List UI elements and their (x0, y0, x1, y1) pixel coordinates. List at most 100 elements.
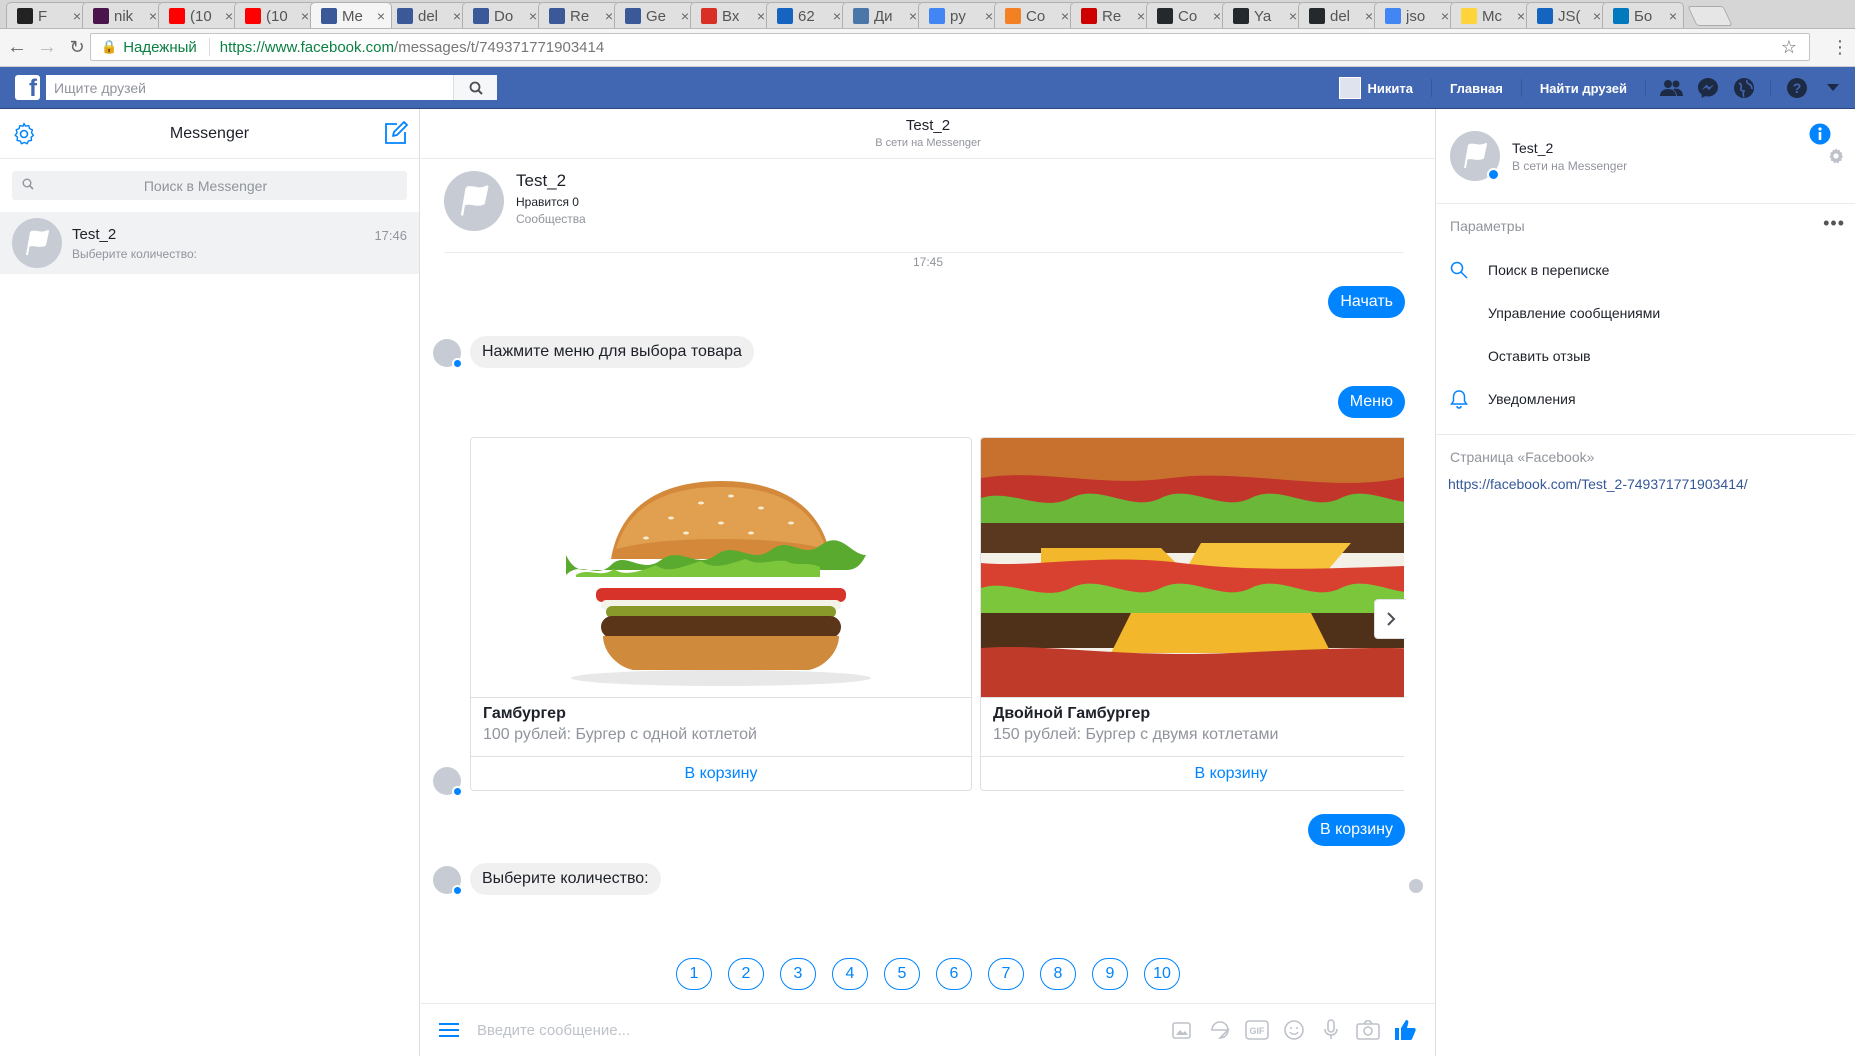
tab-close-icon[interactable]: × (681, 8, 689, 24)
search-icon[interactable] (453, 75, 497, 100)
settings-gear-icon[interactable] (1827, 147, 1845, 170)
search-in-conversation-option[interactable]: Поиск в переписке (1436, 248, 1855, 291)
photo-icon[interactable] (1164, 1018, 1201, 1042)
more-options-icon[interactable]: ••• (1823, 214, 1845, 232)
browser-tab[interactable]: Ди × (842, 2, 924, 28)
carousel-next-button[interactable] (1374, 599, 1406, 639)
find-friends-link[interactable]: Найти друзей (1530, 81, 1637, 96)
settings-gear-icon[interactable] (12, 122, 36, 151)
facebook-page-link[interactable]: https://facebook.com/Test_2-749371771903… (1448, 476, 1841, 492)
browser-menu-icon[interactable]: ⋮ (1831, 37, 1849, 58)
quick-reply-button[interactable]: 1 (676, 958, 712, 990)
tab-close-icon[interactable]: × (529, 8, 537, 24)
quick-reply-button[interactable]: 8 (1040, 958, 1076, 990)
tab-close-icon[interactable]: × (1365, 8, 1373, 24)
quick-reply-button[interactable]: 10 (1144, 958, 1180, 990)
browser-tab[interactable]: Бо × (1602, 2, 1684, 28)
help-icon[interactable]: ? (1785, 76, 1809, 100)
browser-tab[interactable]: JS(× (1526, 2, 1608, 28)
page-avatar[interactable] (444, 171, 504, 231)
reload-button[interactable]: ↻ (62, 37, 92, 58)
browser-tab[interactable]: nik × (82, 2, 164, 28)
tab-close-icon[interactable]: × (985, 8, 993, 24)
browser-tab[interactable]: Re × (538, 2, 620, 28)
browser-tab[interactable]: (10 × (234, 2, 316, 28)
outgoing-message[interactable]: Начать (1328, 286, 1405, 318)
messenger-search-input[interactable] (34, 177, 407, 194)
sticker-icon[interactable] (1201, 1018, 1238, 1042)
tab-close-icon[interactable]: × (833, 8, 841, 24)
add-to-cart-button[interactable]: В корзину (981, 756, 1404, 790)
give-feedback-option[interactable]: Оставить отзыв (1436, 334, 1855, 377)
quick-reply-button[interactable]: 6 (936, 958, 972, 990)
friend-requests-icon[interactable] (1660, 76, 1684, 100)
browser-tab[interactable]: Co × (994, 2, 1076, 28)
facebook-search-input[interactable] (46, 75, 453, 100)
manage-messages-option[interactable]: Управление сообщениями (1436, 291, 1855, 334)
browser-tab[interactable]: Mc × (1450, 2, 1532, 28)
contact-name[interactable]: Test_2 (1512, 140, 1627, 156)
browser-tab[interactable]: py × (918, 2, 1000, 28)
browser-tab[interactable]: F × (6, 2, 88, 28)
browser-tab[interactable]: del × (386, 2, 468, 28)
quick-reply-button[interactable]: 7 (988, 958, 1024, 990)
browser-tab[interactable]: jso × (1374, 2, 1456, 28)
browser-tab[interactable]: Do × (462, 2, 544, 28)
tab-close-icon[interactable]: × (377, 8, 385, 24)
quick-reply-button[interactable]: 5 (884, 958, 920, 990)
user-avatar[interactable] (1339, 77, 1362, 99)
thumbs-up-icon[interactable] (1386, 1018, 1423, 1042)
page-name[interactable]: Test_2 (516, 171, 586, 191)
camera-icon[interactable] (1349, 1018, 1386, 1042)
notifications-globe-icon[interactable] (1732, 76, 1756, 100)
browser-tab[interactable]: Вх × (690, 2, 772, 28)
outgoing-message[interactable]: В корзину (1307, 814, 1405, 846)
quick-reply-button[interactable]: 3 (780, 958, 816, 990)
compose-new-message-icon[interactable] (383, 120, 409, 151)
tab-close-icon[interactable]: × (73, 8, 81, 24)
messenger-icon[interactable] (1696, 76, 1720, 100)
tab-close-icon[interactable]: × (1593, 8, 1601, 24)
tab-close-icon[interactable]: × (149, 8, 157, 24)
browser-tab[interactable]: Re × (1070, 2, 1152, 28)
tab-close-icon[interactable]: × (605, 8, 613, 24)
forward-button[interactable]: → (32, 36, 62, 59)
hamburger-image[interactable] (471, 438, 971, 698)
facebook-logo-icon[interactable]: f (15, 75, 40, 100)
profile-link[interactable]: Никита (1367, 81, 1422, 96)
message-input[interactable] (477, 1021, 1164, 1039)
browser-tab[interactable]: Me × (310, 2, 392, 28)
browser-tab[interactable]: del × (1298, 2, 1380, 28)
microphone-icon[interactable] (1312, 1018, 1349, 1042)
tab-close-icon[interactable]: × (909, 8, 917, 24)
tab-close-icon[interactable]: × (1441, 8, 1449, 24)
bookmark-star-icon[interactable]: ☆ (1781, 37, 1797, 58)
new-tab-button[interactable] (1687, 6, 1733, 26)
add-to-cart-button[interactable]: В корзину (471, 756, 971, 790)
tab-close-icon[interactable]: × (453, 8, 461, 24)
account-menu-chevron-icon[interactable] (1821, 76, 1845, 100)
tab-close-icon[interactable]: × (301, 8, 309, 24)
tab-close-icon[interactable]: × (225, 8, 233, 24)
tab-close-icon[interactable]: × (1061, 8, 1069, 24)
thread-list-item[interactable]: Test_2 Выберите количество: 17:46 (0, 212, 419, 274)
incoming-message[interactable]: Нажмите меню для выбора товара (470, 336, 754, 368)
browser-tab[interactable]: 62 × (766, 2, 848, 28)
address-bar[interactable]: 🔒 Надежный https://www.facebook.com/mess… (90, 33, 1810, 61)
browser-tab[interactable]: (10 × (158, 2, 240, 28)
gif-icon[interactable]: GIF (1238, 1018, 1275, 1042)
home-link[interactable]: Главная (1440, 81, 1513, 96)
double-hamburger-image[interactable] (981, 438, 1404, 698)
notifications-option[interactable]: Уведомления (1436, 377, 1855, 420)
browser-tab[interactable]: Ge × (614, 2, 696, 28)
incoming-message[interactable]: Выберите количество: (470, 863, 661, 895)
tab-close-icon[interactable]: × (1137, 8, 1145, 24)
outgoing-message[interactable]: Меню (1337, 386, 1405, 418)
tab-close-icon[interactable]: × (1669, 8, 1677, 24)
emoji-icon[interactable] (1275, 1018, 1312, 1042)
tab-close-icon[interactable]: × (757, 8, 765, 24)
back-button[interactable]: ← (2, 36, 32, 59)
page-avatar[interactable] (1450, 131, 1500, 181)
quick-reply-button[interactable]: 9 (1092, 958, 1128, 990)
quick-reply-button[interactable]: 2 (728, 958, 764, 990)
